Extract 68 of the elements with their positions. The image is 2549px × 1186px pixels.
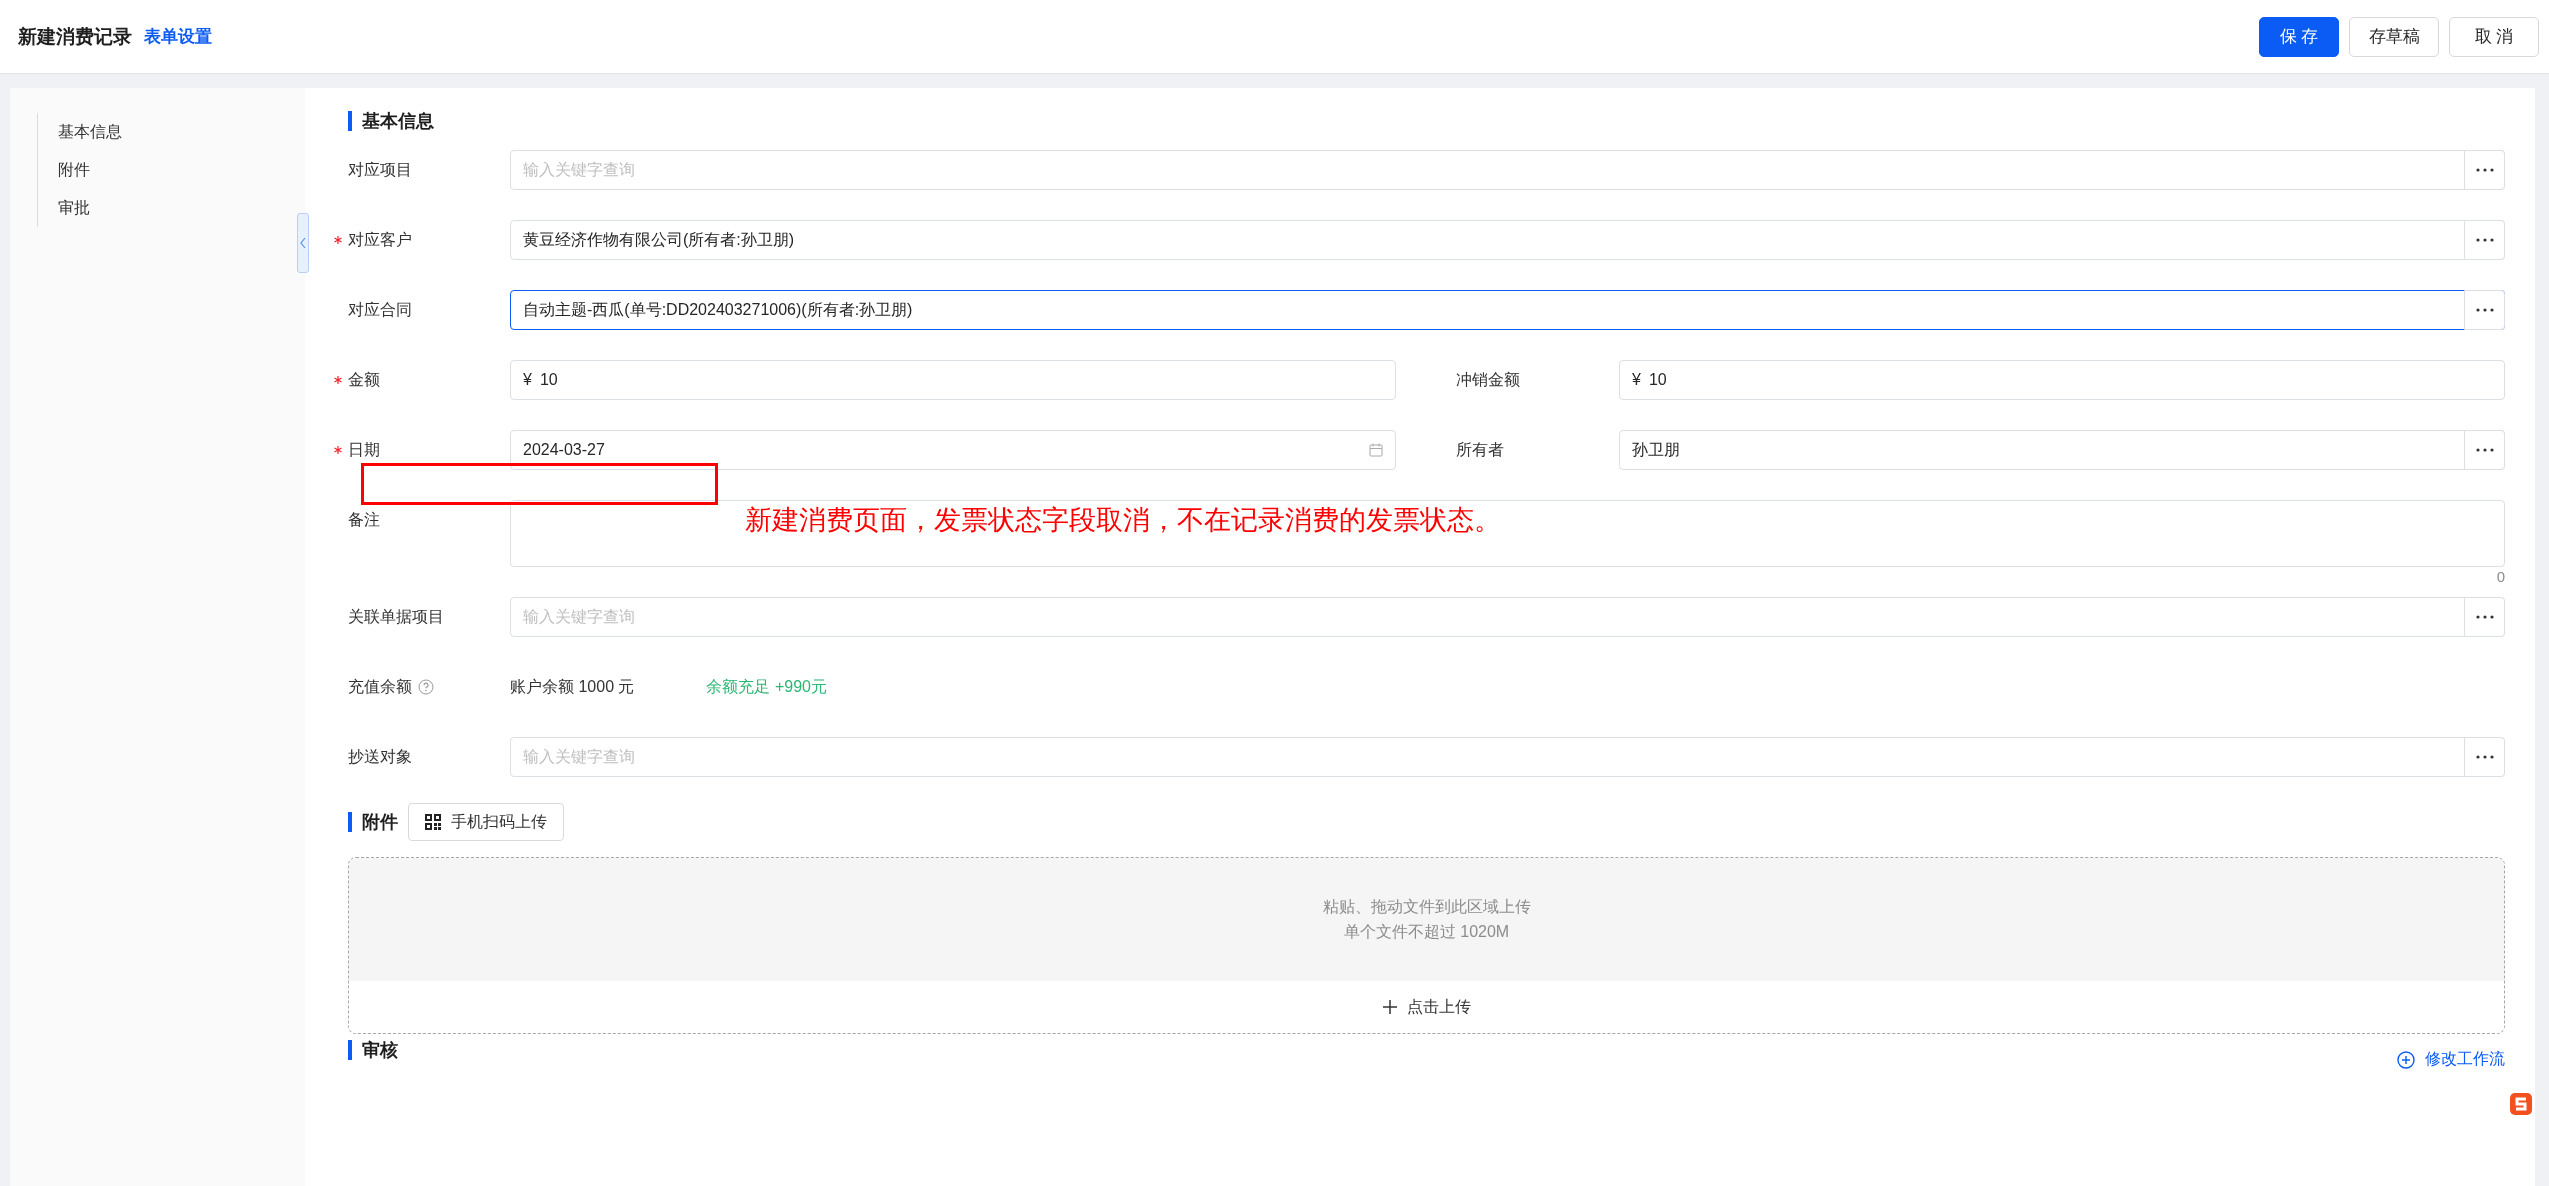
field-label: 所有者 xyxy=(1456,439,1504,460)
chevron-left-icon xyxy=(300,237,306,249)
more-button[interactable] xyxy=(2464,737,2505,777)
help-icon xyxy=(418,679,434,695)
field-label: 对应合同 xyxy=(348,299,412,320)
page-title: 新建消费记录 xyxy=(18,24,132,49)
field-value: 2024-03-27 xyxy=(523,441,605,459)
action-button[interactable]: 存草稿 xyxy=(2349,16,2439,57)
more-icon xyxy=(2475,448,2494,452)
save-button[interactable]: 保 存 xyxy=(2259,16,2339,57)
more-icon xyxy=(2475,308,2494,312)
more-icon xyxy=(2475,238,2494,242)
sidebar-item[interactable]: 审批 xyxy=(58,189,305,227)
field-label: 充值余额 xyxy=(348,676,412,697)
collapse-handle[interactable] xyxy=(297,213,309,273)
plus-circle-icon xyxy=(2397,1050,2415,1069)
form-settings-link[interactable]: 表单设置 xyxy=(144,25,212,48)
sidebar-item[interactable]: 基本信息 xyxy=(58,113,305,151)
lookup-field[interactable]: 孙卫朋 xyxy=(1619,430,2505,470)
placeholder-text: 输入关键字查询 xyxy=(523,606,635,627)
annotation-note: 新建消费页面，发票状态字段取消，不在记录消费的发票状态。 xyxy=(745,504,1501,537)
field-label: 冲销金额 xyxy=(1456,369,1520,390)
upload-area[interactable]: 粘贴、拖动文件到此区域上传 单个文件不超过 1020M 点击上传 xyxy=(348,857,2505,1034)
more-button[interactable] xyxy=(2464,290,2505,330)
more-button[interactable] xyxy=(2464,430,2505,470)
amount-field[interactable]: ¥ 10 xyxy=(1619,360,2505,400)
account-balance: 账户余额 1000 元 xyxy=(510,676,635,697)
section-title: 基本信息 xyxy=(348,111,434,131)
lookup-field[interactable]: 黄豆经济作物有限公司(所有者:孙卫朋) xyxy=(510,220,2505,260)
lookup-field[interactable]: 自动主题-西瓜(单号:DD202403271006)(所有者:孙卫朋) xyxy=(510,290,2505,330)
sidebar-item[interactable]: 附件 xyxy=(58,151,305,189)
character-counter: 0 xyxy=(2495,567,2505,587)
more-button[interactable] xyxy=(2464,597,2505,637)
more-icon xyxy=(2475,168,2494,172)
field-label: 关联单据项目 xyxy=(348,606,444,627)
section-title: 审核 xyxy=(348,1040,398,1060)
more-icon xyxy=(2475,755,2494,759)
size-limit-hint: 单个文件不超过 1020M xyxy=(1343,921,1510,942)
field-label: 抄送对象 xyxy=(348,746,412,767)
field-value: 孙卫朋 xyxy=(1632,439,1680,460)
field-value: 黄豆经济作物有限公司(所有者:孙卫朋) xyxy=(523,229,795,250)
field-label: 对应项目 xyxy=(348,159,412,180)
remark-field[interactable] xyxy=(510,500,2505,567)
qr-code-icon xyxy=(425,814,441,830)
field-value: 10 xyxy=(1648,371,1667,389)
edit-workflow-link[interactable]: 修改工作流 xyxy=(2397,1049,2505,1070)
field-value: 自动主题-西瓜(单号:DD202403271006)(所有者:孙卫朋) xyxy=(523,299,913,320)
upload-hint: 粘贴、拖动文件到此区域上传 xyxy=(1322,896,1531,917)
placeholder-text: 输入关键字查询 xyxy=(523,159,635,180)
field-label: 金额 xyxy=(348,369,380,390)
field-label: 备注 xyxy=(348,510,380,530)
plus-icon xyxy=(1382,1000,1397,1014)
balance-status: 余额充足 +990元 xyxy=(706,676,827,697)
placeholder-text: 输入关键字查询 xyxy=(523,746,635,767)
more-button[interactable] xyxy=(2464,220,2505,260)
action-button[interactable]: 取 消 xyxy=(2449,16,2539,57)
field-value: 10 xyxy=(539,371,558,389)
calendar-icon xyxy=(1369,443,1383,457)
date-field[interactable]: 2024-03-27 xyxy=(510,430,1396,470)
section-title: 附件 xyxy=(348,812,398,832)
field-label: 对应客户 xyxy=(348,229,412,250)
more-button[interactable] xyxy=(2464,150,2505,190)
currency-symbol: ¥ xyxy=(1631,371,1641,389)
currency-symbol: ¥ xyxy=(522,371,532,389)
field-label: 日期 xyxy=(348,439,380,460)
more-icon xyxy=(2475,615,2494,619)
scan-upload-button[interactable]: 手机扫码上传 xyxy=(408,803,564,841)
amount-field[interactable]: ¥ 10 xyxy=(510,360,1396,400)
